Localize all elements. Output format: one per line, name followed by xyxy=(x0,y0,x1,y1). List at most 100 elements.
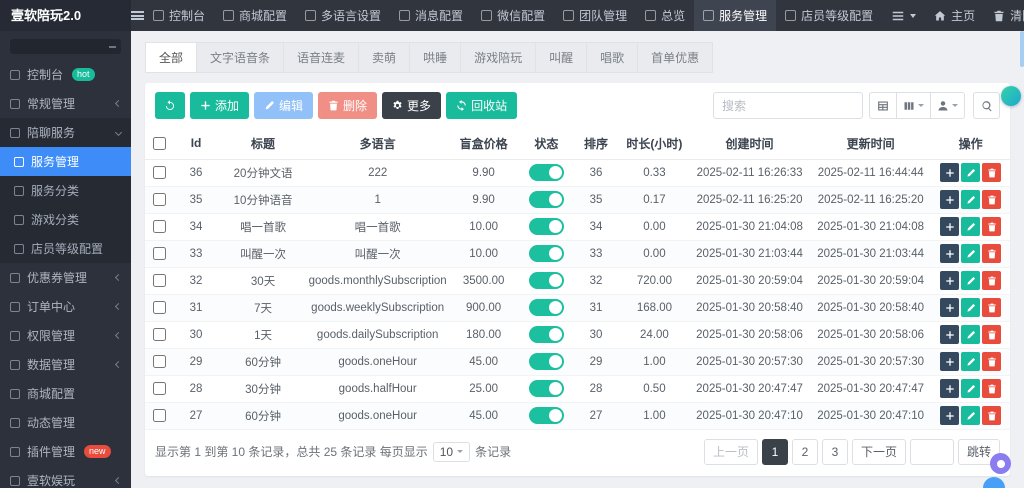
row-checkbox[interactable] xyxy=(153,409,166,422)
prev-page-button[interactable]: 上一页 xyxy=(704,439,758,465)
row-add-button[interactable] xyxy=(940,244,959,263)
sidebar-item[interactable]: 订单中心 xyxy=(0,292,131,321)
status-toggle[interactable] xyxy=(529,326,564,343)
column-header[interactable]: 排序 xyxy=(572,128,620,159)
row-add-button[interactable] xyxy=(940,325,959,344)
row-add-button[interactable] xyxy=(940,190,959,209)
status-toggle[interactable] xyxy=(529,299,564,316)
edit-button[interactable]: 编辑 xyxy=(254,92,313,119)
status-toggle[interactable] xyxy=(529,407,564,424)
more-button[interactable]: 更多 xyxy=(382,92,441,119)
row-checkbox[interactable] xyxy=(153,166,166,179)
search-input[interactable] xyxy=(713,92,863,119)
scrollbar-thumb[interactable] xyxy=(1020,31,1024,67)
row-delete-button[interactable] xyxy=(982,190,1001,209)
filter-tab[interactable]: 首单优惠 xyxy=(637,42,713,73)
filter-tab[interactable]: 全部 xyxy=(145,42,196,73)
page-button[interactable]: 3 xyxy=(822,439,848,465)
next-page-button[interactable]: 下一页 xyxy=(852,439,906,465)
delete-button[interactable]: 删除 xyxy=(318,92,377,119)
recycle-button[interactable]: 回收站 xyxy=(446,92,517,119)
sidebar-item[interactable]: 优惠券管理 xyxy=(0,263,131,292)
row-delete-button[interactable] xyxy=(982,271,1001,290)
filter-tab[interactable]: 叫醒 xyxy=(535,42,586,73)
row-edit-button[interactable] xyxy=(961,244,980,263)
row-checkbox[interactable] xyxy=(153,274,166,287)
sidebar-item[interactable]: 插件管理new xyxy=(0,437,131,466)
row-edit-button[interactable] xyxy=(961,298,980,317)
column-header[interactable]: 更新时间 xyxy=(810,128,931,159)
topnav-item[interactable]: 店员等级配置 xyxy=(776,0,882,31)
row-add-button[interactable] xyxy=(940,352,959,371)
more-menus-button[interactable] xyxy=(882,0,925,31)
status-toggle[interactable] xyxy=(529,245,564,262)
column-header[interactable]: 操作 xyxy=(931,128,1010,159)
sidebar-item[interactable]: 壹软娱玩 xyxy=(0,466,131,488)
clear-cache-button[interactable]: 清除缓存 xyxy=(984,0,1024,31)
sidebar-subitem[interactable]: 店员等级配置 xyxy=(0,234,131,263)
column-header[interactable]: 多语言 xyxy=(308,128,446,159)
filter-tab[interactable]: 游戏陪玩 xyxy=(460,42,535,73)
add-button[interactable]: 添加 xyxy=(190,92,249,119)
toggle-view-button[interactable] xyxy=(869,92,896,119)
row-add-button[interactable] xyxy=(940,163,959,182)
status-toggle[interactable] xyxy=(529,353,564,370)
sidebar-item[interactable]: 动态管理 xyxy=(0,408,131,437)
floating-bot-button[interactable] xyxy=(990,453,1011,474)
row-delete-button[interactable] xyxy=(982,379,1001,398)
row-add-button[interactable] xyxy=(940,217,959,236)
row-add-button[interactable] xyxy=(940,406,959,425)
status-toggle[interactable] xyxy=(529,164,564,181)
page-size-select[interactable]: 10 xyxy=(433,442,470,462)
refresh-button[interactable] xyxy=(155,92,185,119)
column-header[interactable]: 标题 xyxy=(218,128,309,159)
page-scrollbar[interactable] xyxy=(1020,31,1024,488)
topnav-item[interactable]: 总览 xyxy=(636,0,694,31)
row-checkbox[interactable] xyxy=(153,328,166,341)
row-add-button[interactable] xyxy=(940,298,959,317)
sidebar-item[interactable]: 数据管理 xyxy=(0,350,131,379)
row-add-button[interactable] xyxy=(940,271,959,290)
topnav-item[interactable]: 服务管理 xyxy=(694,0,776,31)
column-header[interactable]: Id xyxy=(174,128,217,159)
topnav-item[interactable]: 控制台 xyxy=(144,0,214,31)
sidebar-subitem[interactable]: 服务分类 xyxy=(0,176,131,205)
row-edit-button[interactable] xyxy=(961,217,980,236)
row-edit-button[interactable] xyxy=(961,163,980,182)
sidebar-item[interactable]: 陪聊服务 xyxy=(0,118,131,147)
row-delete-button[interactable] xyxy=(982,406,1001,425)
sidebar-item[interactable]: 控制台hot xyxy=(0,60,131,89)
row-delete-button[interactable] xyxy=(982,217,1001,236)
column-header[interactable]: 创建时间 xyxy=(689,128,810,159)
row-checkbox[interactable] xyxy=(153,355,166,368)
row-edit-button[interactable] xyxy=(961,325,980,344)
row-delete-button[interactable] xyxy=(982,163,1001,182)
sidebar-item[interactable]: 常规管理 xyxy=(0,89,131,118)
row-edit-button[interactable] xyxy=(961,379,980,398)
sidebar-item[interactable]: 权限管理 xyxy=(0,321,131,350)
sidebar-subitem[interactable]: 游戏分类 xyxy=(0,205,131,234)
topnav-item[interactable]: 微信配置 xyxy=(472,0,554,31)
columns-button[interactable] xyxy=(896,92,930,119)
filter-tab[interactable]: 哄睡 xyxy=(409,42,460,73)
home-button[interactable]: 主页 xyxy=(925,0,984,31)
row-checkbox[interactable] xyxy=(153,220,166,233)
page-button[interactable]: 1 xyxy=(762,439,788,465)
row-add-button[interactable] xyxy=(940,379,959,398)
column-header[interactable]: 状态 xyxy=(520,128,572,159)
column-header[interactable]: 盲盒价格 xyxy=(447,128,521,159)
row-edit-button[interactable] xyxy=(961,352,980,371)
status-toggle[interactable] xyxy=(529,191,564,208)
column-header[interactable]: 时长(小时) xyxy=(620,128,689,159)
filter-tab[interactable]: 唱歌 xyxy=(586,42,637,73)
sidebar-toggle-button[interactable] xyxy=(131,0,144,31)
row-edit-button[interactable] xyxy=(961,271,980,290)
search-toggle-button[interactable] xyxy=(973,92,1000,119)
row-checkbox[interactable] xyxy=(153,301,166,314)
select-all-checkbox[interactable] xyxy=(153,137,166,150)
topnav-item[interactable]: 多语言设置 xyxy=(296,0,390,31)
sidebar-item[interactable]: 商城配置 xyxy=(0,379,131,408)
row-delete-button[interactable] xyxy=(982,325,1001,344)
jump-page-input[interactable] xyxy=(910,439,954,465)
status-toggle[interactable] xyxy=(529,218,564,235)
